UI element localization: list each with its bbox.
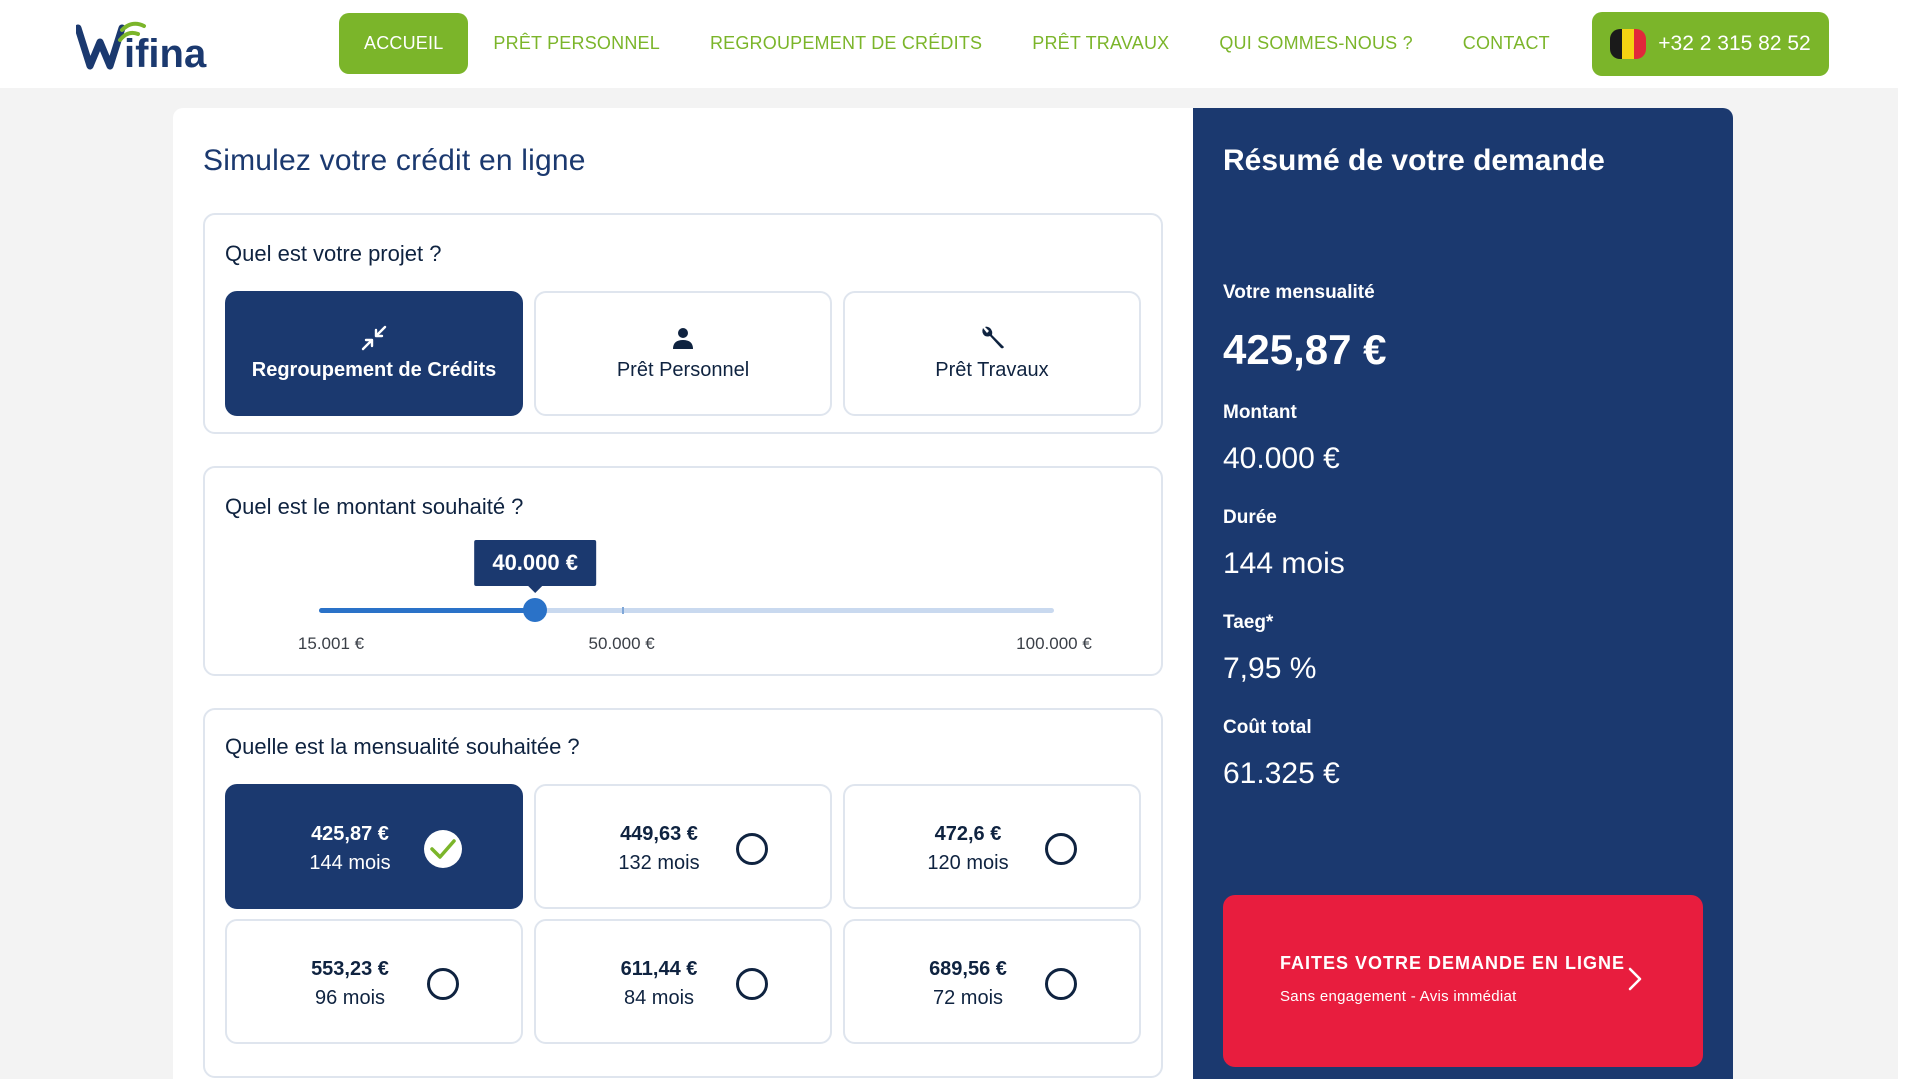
amount-max-label: 100.000 € <box>1016 634 1092 654</box>
nav-item-qui-sommes-nous[interactable]: QUI SOMMES-NOUS ? <box>1194 13 1437 74</box>
monthly-question: Quelle est la mensualité souhaitée ? <box>225 734 580 760</box>
amount-section: Quel est le montant souhaité ? 40.000 € … <box>203 466 1163 676</box>
amount-mid-label: 50.000 € <box>589 634 655 654</box>
monthly-option-84[interactable]: 611,44 € 84 mois <box>534 919 832 1044</box>
amount-slider-fill <box>319 608 535 613</box>
summary-title: Résumé de votre demande <box>1223 144 1605 178</box>
phone-button[interactable]: +32 2 315 82 52 <box>1592 12 1829 76</box>
cta-subtitle: Sans engagement - Avis immédiat <box>1280 988 1517 1005</box>
monthly-label: Votre mensualité <box>1223 282 1375 304</box>
main-nav: ACCUEIL PRÊT PERSONNEL REGROUPEMENT DE C… <box>339 13 1575 74</box>
svg-text:ifina: ifina <box>124 32 207 72</box>
monthly-option-72[interactable]: 689,56 € 72 mois <box>843 919 1141 1044</box>
amount-question: Quel est le montant souhaité ? <box>225 494 523 520</box>
site-header: ifina ACCUEIL PRÊT PERSONNEL REGROUPEMEN… <box>0 0 1907 88</box>
nav-item-contact[interactable]: CONTACT <box>1438 13 1575 74</box>
chevron-right-icon <box>1628 967 1642 996</box>
radio-icon <box>427 968 459 1000</box>
nav-item-pret-personnel[interactable]: PRÊT PERSONNEL <box>468 13 685 74</box>
project-option-regroupement[interactable]: Regroupement de Crédits <box>225 291 523 416</box>
scrollbar[interactable] <box>1898 88 1907 1079</box>
check-icon <box>424 830 462 868</box>
amount-label: Montant <box>1223 402 1297 424</box>
project-option-label: Prêt Travaux <box>935 359 1048 382</box>
wifina-logo[interactable]: ifina <box>76 16 236 72</box>
amount-min-label: 15.001 € <box>298 634 364 654</box>
monthly-option-144[interactable]: 425,87 € 144 mois <box>225 784 523 909</box>
taeg-value: 7,95 % <box>1223 652 1316 686</box>
total-cost-value: 61.325 € <box>1223 757 1340 791</box>
summary-panel: Résumé de votre demande Votre mensualité… <box>1193 108 1733 1079</box>
project-option-pret-travaux[interactable]: Prêt Travaux <box>843 291 1141 416</box>
taeg-label: Taeg* <box>1223 612 1273 634</box>
monthly-option-120[interactable]: 472,6 € 120 mois <box>843 784 1141 909</box>
simulator-card: Simulez votre crédit en ligne Quel est v… <box>173 108 1733 1079</box>
wifina-logo-mark: ifina <box>76 20 236 72</box>
project-option-label: Prêt Personnel <box>617 359 749 382</box>
monthly-value: 425,87 € <box>1223 326 1387 374</box>
monthly-option-96[interactable]: 553,23 € 96 mois <box>225 919 523 1044</box>
nav-item-accueil[interactable]: ACCUEIL <box>339 13 468 74</box>
amount-slider-thumb[interactable] <box>523 598 547 622</box>
amount-value: 40.000 € <box>1223 442 1340 476</box>
monthly-option-132[interactable]: 449,63 € 132 mois <box>534 784 832 909</box>
project-question: Quel est votre projet ? <box>225 241 441 267</box>
amount-tooltip: 40.000 € <box>474 540 596 586</box>
monthly-section: Quelle est la mensualité souhaitée ? 425… <box>203 708 1163 1078</box>
duration-value: 144 mois <box>1223 547 1345 581</box>
project-option-label: Regroupement de Crédits <box>252 359 496 382</box>
radio-icon <box>1045 833 1077 865</box>
user-icon <box>670 325 696 351</box>
nav-item-regroupement-credits[interactable]: REGROUPEMENT DE CRÉDITS <box>685 13 1007 74</box>
project-section: Quel est votre projet ? Regroupement de … <box>203 213 1163 434</box>
apply-online-button[interactable]: FAITES VOTRE DEMANDE EN LIGNE Sans engag… <box>1223 895 1703 1067</box>
project-option-pret-personnel[interactable]: Prêt Personnel <box>534 291 832 416</box>
amount-slider[interactable] <box>319 608 1054 613</box>
total-cost-label: Coût total <box>1223 717 1312 739</box>
cta-title: FAITES VOTRE DEMANDE EN LIGNE <box>1280 953 1625 974</box>
simulator-title: Simulez votre crédit en ligne <box>203 144 586 178</box>
phone-number: +32 2 315 82 52 <box>1658 32 1810 56</box>
compress-arrows-icon <box>361 325 387 351</box>
radio-icon <box>736 968 768 1000</box>
radio-icon <box>1045 968 1077 1000</box>
duration-label: Durée <box>1223 507 1277 529</box>
wrench-icon <box>979 325 1005 351</box>
radio-icon <box>736 833 768 865</box>
nav-item-pret-travaux[interactable]: PRÊT TRAVAUX <box>1007 13 1194 74</box>
simulator-panel: Simulez votre crédit en ligne Quel est v… <box>173 108 1193 1079</box>
belgium-flag-icon <box>1610 29 1646 59</box>
amount-slider-tick <box>622 607 624 614</box>
